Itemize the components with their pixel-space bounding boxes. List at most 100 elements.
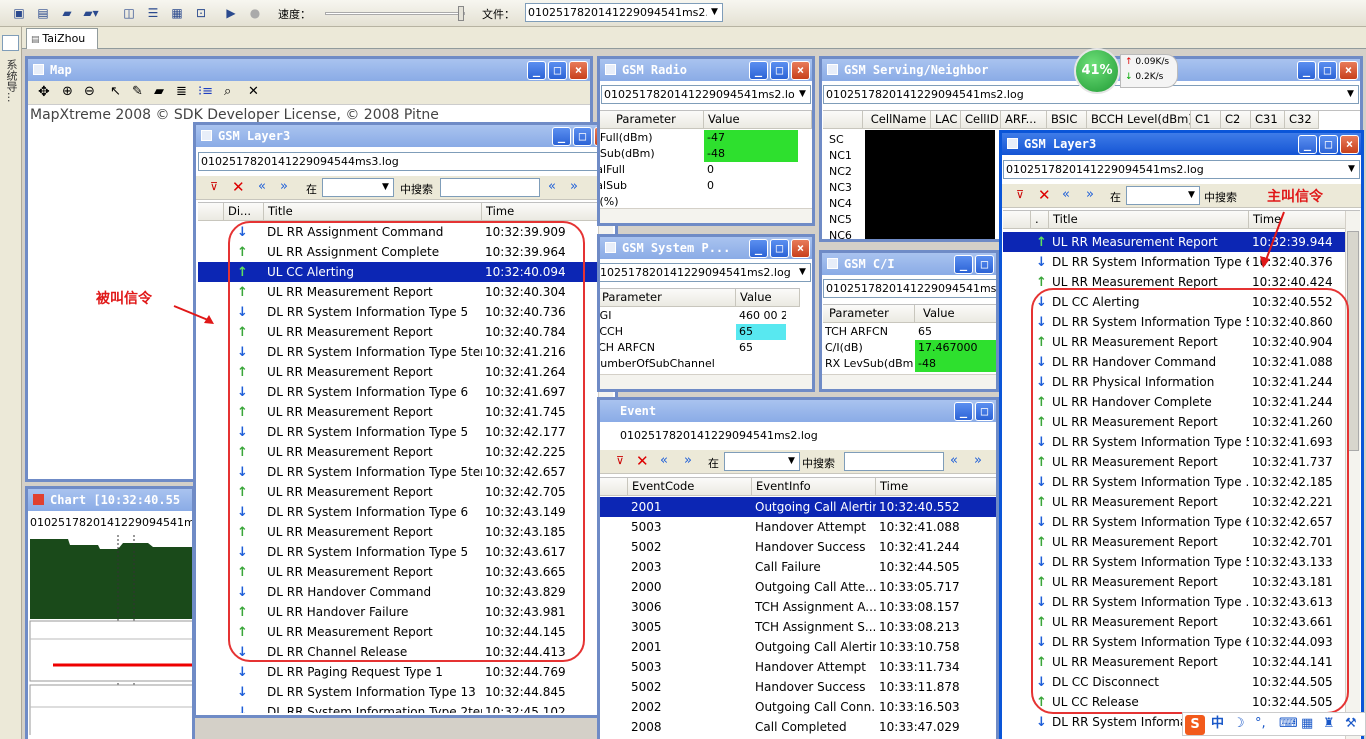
prev-icon[interactable]: « [1062, 187, 1070, 202]
grid-icon[interactable]: ▦ [1301, 713, 1313, 735]
col-header-bsic[interactable]: BSIC [1047, 111, 1087, 129]
next-icon[interactable]: » [1086, 187, 1094, 202]
minimize-button[interactable]: _ [1298, 135, 1317, 154]
filter-icon[interactable]: ⊽ [210, 180, 218, 193]
maximize-button[interactable]: □ [770, 239, 789, 258]
minimize-button[interactable]: _ [954, 402, 973, 421]
col-header-title[interactable]: Title [1049, 211, 1249, 229]
speed-slider[interactable] [325, 12, 465, 15]
folder-icon[interactable]: ▰ [154, 84, 164, 99]
table-row[interactable]: 2003 Call Failure 10:32:44.505 [600, 557, 996, 577]
layout-split-icon[interactable]: ◫ [120, 4, 138, 22]
keyboard-icon[interactable]: ⌨ [1279, 713, 1298, 735]
radio-file-select[interactable]: 0102517820141229094541ms2.log ▼ [601, 85, 811, 104]
search-scope-select[interactable]: ▼ [1126, 186, 1200, 205]
table-row[interactable]: ↓ DL RR Paging Request Type 1 10:32:44.769 [198, 662, 598, 682]
col-header[interactable] [198, 203, 224, 221]
layout-rows-icon[interactable]: ☰ [144, 4, 162, 22]
clear-icon[interactable]: ✕ [248, 84, 259, 99]
close-button[interactable]: × [569, 61, 588, 80]
copy-icon[interactable]: ▤ [34, 4, 52, 22]
layer3-callee-file-select[interactable]: 0102517820141229094544ms3.log▼ [198, 152, 612, 171]
punctuation-icon[interactable]: °, [1255, 713, 1266, 735]
col-header-eventcode[interactable]: EventCode [628, 478, 752, 496]
ruler-icon[interactable]: ✎ [132, 84, 143, 99]
minimize-button[interactable]: _ [954, 255, 973, 274]
table-row[interactable]: 2008 Call Completed 10:33:47.029 [600, 717, 996, 737]
prev-icon[interactable]: « [660, 453, 668, 468]
table-row[interactable]: 3005 TCH Assignment S... 10:33:08.213 [600, 617, 996, 637]
filter-icon[interactable]: ⊽ [616, 454, 624, 467]
play-icon[interactable]: ▶ [222, 4, 240, 22]
maximize-button[interactable]: □ [548, 61, 567, 80]
col-header-time[interactable]: Time [876, 478, 996, 496]
stop-icon[interactable]: ● [246, 4, 264, 22]
search-scope-select[interactable]: ▼ [724, 452, 800, 471]
table-row[interactable]: ↓ DL RR System Information Type 2ter 10:32… [198, 702, 598, 713]
prev-icon[interactable]: « [258, 179, 266, 194]
col-header-c31[interactable]: C31 [1251, 111, 1285, 129]
table-row[interactable]: 2002 Outgoing Call Conn... 10:33:16.503 [600, 697, 996, 717]
shirt-icon[interactable]: ♜ [1323, 713, 1335, 735]
maximize-button[interactable]: □ [1318, 61, 1337, 80]
maximize-button[interactable]: □ [975, 255, 994, 274]
col-header-eventinfo[interactable]: EventInfo [752, 478, 876, 496]
zoom-out-icon[interactable]: ⊖ [84, 84, 95, 99]
table-row[interactable]: 2001 Outgoing Call Alerting 10:32:40.552 [600, 497, 996, 517]
col-header-row[interactable] [823, 111, 863, 129]
open-folder-icon[interactable]: ▰ [58, 4, 76, 22]
horizontal-scrollbar[interactable] [822, 374, 996, 389]
dock-pin-icon[interactable] [2, 35, 19, 51]
close-button[interactable]: × [791, 239, 810, 258]
layers-icon[interactable]: ≣ [176, 84, 187, 99]
maximize-button[interactable]: □ [1319, 135, 1338, 154]
table-row[interactable]: 5003 Handover Attempt 10:32:41.088 [600, 517, 996, 537]
speed-slider-thumb[interactable] [458, 6, 464, 21]
ci-file-select[interactable]: 0102517820141229094541ms2.log [823, 279, 996, 298]
table-row[interactable]: 5002 Handover Success 10:33:11.878 [600, 677, 996, 697]
minimize-button[interactable]: _ [1297, 61, 1316, 80]
col-header-arfcn[interactable]: ARF... [1001, 111, 1047, 129]
filter-icon[interactable]: ⊽ [1016, 188, 1024, 201]
fit-window-icon[interactable]: ⊡ [192, 4, 210, 22]
col-header-value[interactable]: Value [704, 111, 812, 129]
next-icon[interactable]: » [684, 453, 692, 468]
delete-icon[interactable]: ✕ [1038, 186, 1051, 204]
minimize-button[interactable]: _ [749, 61, 768, 80]
next-icon[interactable]: » [280, 179, 288, 194]
horizontal-scrollbar[interactable] [600, 208, 812, 223]
col-header[interactable] [600, 478, 628, 496]
col-header-c2[interactable]: C2 [1221, 111, 1251, 129]
col-header[interactable] [1003, 211, 1031, 229]
search-icon[interactable]: ⌕ [224, 84, 231, 99]
maximize-button[interactable]: □ [975, 402, 994, 421]
col-header-bcch-level[interactable]: BCCH Level(dBm) [1087, 111, 1191, 129]
col-header-c32[interactable]: C32 [1285, 111, 1319, 129]
col-header-parameter[interactable]: Parameter [600, 289, 736, 307]
col-header-value[interactable]: Value [736, 289, 800, 307]
close-button[interactable]: × [1340, 135, 1359, 154]
tab-taizhou[interactable]: ▤ TaiZhou [26, 28, 98, 49]
close-button[interactable]: × [1339, 61, 1358, 80]
ime-logo-icon[interactable]: S [1185, 715, 1205, 735]
maximize-button[interactable]: □ [573, 127, 592, 146]
table-row[interactable]: 5003 Handover Attempt 10:33:11.734 [600, 657, 996, 677]
col-header-parameter[interactable]: Parameter [600, 111, 704, 129]
wrench-icon[interactable]: ⚒ [1345, 713, 1357, 735]
table-row[interactable]: 5002 Handover Success 10:32:41.244 [600, 537, 996, 557]
settings-window-icon[interactable]: ▦ [168, 4, 186, 22]
system-param-file-select[interactable]: 0102517820141229094541ms2.log ▼ [600, 263, 811, 282]
col-header-value[interactable]: Value [915, 305, 996, 323]
col-header-time[interactable]: Time [482, 203, 602, 221]
open-menu-icon[interactable]: ▰▾ [82, 4, 100, 22]
new-project-icon[interactable]: ▣ [10, 4, 28, 22]
ime-mode-label[interactable]: 中 [1211, 713, 1224, 735]
horizontal-scrollbar[interactable] [600, 374, 812, 389]
pan-icon[interactable]: ✥ [38, 84, 50, 100]
moon-icon[interactable]: ☽ [1233, 713, 1245, 735]
col-header-dir[interactable]: . [1031, 211, 1049, 229]
minimize-button[interactable]: _ [552, 127, 571, 146]
layer3-caller-file-select[interactable]: 0102517820141229094541ms2.log ▼ [1003, 160, 1360, 179]
close-button[interactable]: × [791, 61, 810, 80]
search-input[interactable] [440, 178, 540, 197]
